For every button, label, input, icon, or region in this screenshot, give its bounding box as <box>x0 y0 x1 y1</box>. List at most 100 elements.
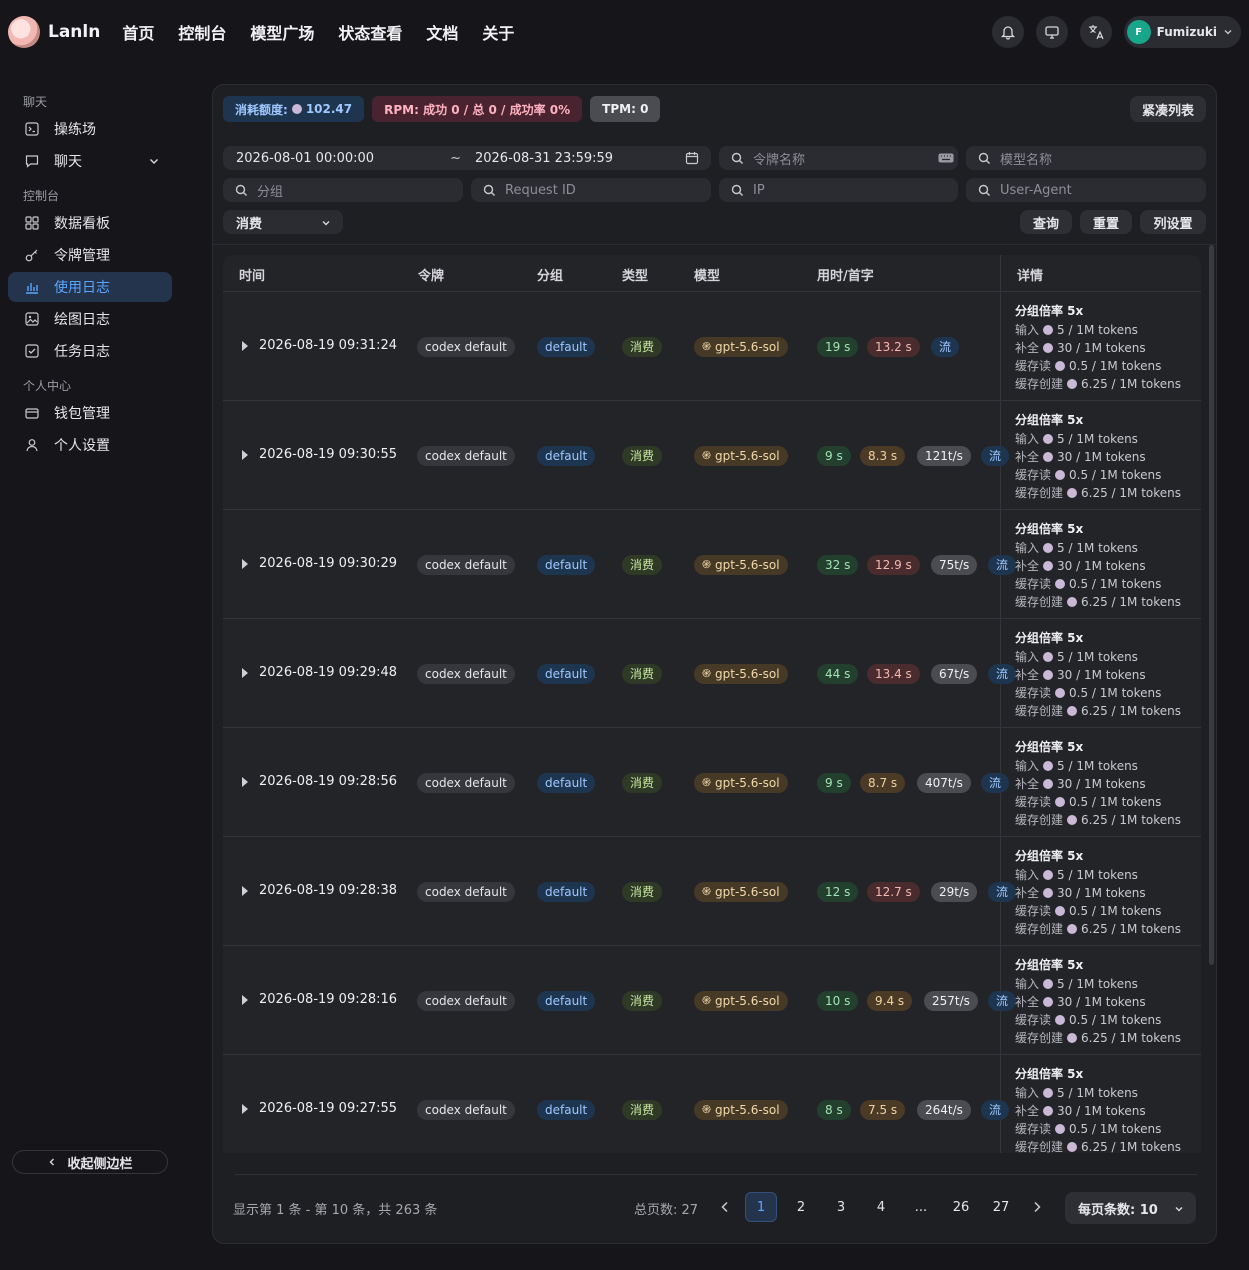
sidebar-item-0-0[interactable]: 操练场 <box>8 114 172 144</box>
chevron-down-icon[interactable] <box>148 155 160 167</box>
model-tag[interactable]: ֍ gpt-5.6-sol <box>694 337 788 357</box>
search-icon <box>978 152 990 164</box>
sidebar-item-2-1[interactable]: 使用日志 <box>8 272 172 302</box>
model-name-input[interactable]: 模型名称 <box>966 146 1206 170</box>
expand-row-caret-icon[interactable] <box>242 886 248 896</box>
token-name-input[interactable]: 令牌名称 <box>719 146 958 170</box>
sidebar-item-1-0[interactable]: 聊天 <box>8 146 172 176</box>
page-button-0[interactable]: 1 <box>745 1192 777 1222</box>
user-menu[interactable]: F Fumizuki <box>1123 16 1241 48</box>
page-button-2[interactable]: 3 <box>825 1192 857 1222</box>
header-group[interactable]: 分组 <box>537 265 563 284</box>
nav-item-0[interactable]: 首页 <box>122 20 154 44</box>
page-button-1[interactable]: 2 <box>785 1192 817 1222</box>
price-label: 缓存读 <box>1015 1122 1052 1136</box>
header-model[interactable]: 模型 <box>694 265 720 284</box>
expand-row-caret-icon[interactable] <box>242 995 248 1005</box>
date-range-picker[interactable]: 2026-08-01 00:00:00 ~ 2026-08-31 23:59:5… <box>223 146 711 170</box>
price-value: 6.25 / 1M tokens <box>1081 377 1182 391</box>
chevron-left-icon <box>721 1201 728 1213</box>
page-button-5[interactable]: 26 <box>945 1192 977 1222</box>
expand-row-caret-icon[interactable] <box>242 341 248 351</box>
table-row[interactable]: 2026-08-19 09:31:24 codex default default 消… <box>223 292 1201 401</box>
ip-input[interactable]: IP <box>719 178 958 202</box>
expand-row-caret-icon[interactable] <box>242 668 248 678</box>
table-row[interactable]: 2026-08-19 09:28:56 codex default default 消… <box>223 728 1201 837</box>
table-scrollbar[interactable] <box>1209 245 1214 965</box>
brand-logo[interactable] <box>8 16 40 48</box>
column-settings-button[interactable]: 列设置 <box>1140 210 1206 234</box>
group-ratio: 分组倍率 5x <box>1015 631 1084 645</box>
sidebar-item-3-1[interactable]: 绘图日志 <box>8 304 172 334</box>
price-label: 缓存创建 <box>1015 1140 1064 1153</box>
stream-tag: 流 <box>931 337 960 357</box>
total-pages: 总页数: 27 <box>634 1203 699 1218</box>
next-page-button[interactable] <box>1025 1192 1049 1222</box>
expand-row-caret-icon[interactable] <box>242 559 248 569</box>
page-button-6[interactable]: 27 <box>985 1192 1017 1222</box>
group-ratio: 分组倍率 5x <box>1015 740 1084 754</box>
language-button[interactable] <box>1079 16 1112 48</box>
model-tag[interactable]: ֍ gpt-5.6-sol <box>694 1100 788 1120</box>
nav-item-3[interactable]: 状态查看 <box>338 20 402 44</box>
coin-icon <box>291 104 302 114</box>
request-id-input[interactable]: Request ID <box>471 178 711 202</box>
query-button[interactable]: 查询 <box>1020 210 1072 234</box>
header-detail[interactable]: 详情 <box>1017 265 1043 284</box>
rpm-badge: RPM: 成功 0 / 总 0 / 成功率 0% <box>372 96 583 122</box>
nav-item-5[interactable]: 关于 <box>482 20 514 44</box>
nav-item-2[interactable]: 模型广场 <box>250 20 314 44</box>
log-time: 2026-08-19 09:31:24 <box>259 338 398 353</box>
price-line: 输入 5 / 1M tokens <box>1015 975 1200 993</box>
model-tag[interactable]: ֍ gpt-5.6-sol <box>694 882 788 902</box>
model-tag[interactable]: ֍ gpt-5.6-sol <box>694 773 788 793</box>
table-row[interactable]: 2026-08-19 09:30:29 codex default default 消… <box>223 510 1201 619</box>
sidebar-item-0-2[interactable]: 钱包管理 <box>8 398 172 428</box>
table-row[interactable]: 2026-08-19 09:30:55 codex default default 消… <box>223 401 1201 510</box>
model-tag[interactable]: ֍ gpt-5.6-sol <box>694 664 788 684</box>
quota-label: 消耗额度: <box>235 102 288 117</box>
page-size-select[interactable]: 每页条数: 10 <box>1065 1192 1196 1224</box>
notification-button[interactable] <box>991 16 1024 48</box>
collapse-sidebar-button[interactable]: 收起侧边栏 <box>12 1150 168 1174</box>
page-button-3[interactable]: 4 <box>865 1192 897 1222</box>
price-line: 补全 30 / 1M tokens <box>1015 448 1200 466</box>
sidebar-item-4-1[interactable]: 任务日志 <box>8 336 172 366</box>
table-row[interactable]: 2026-08-19 09:29:48 codex default default 消… <box>223 619 1201 728</box>
reset-button[interactable]: 重置 <box>1080 210 1132 234</box>
type-tag: 消费 <box>622 1100 663 1120</box>
speed-tag: 264t/s <box>917 1100 971 1120</box>
header-token[interactable]: 令牌 <box>418 265 444 284</box>
model-tag[interactable]: ֍ gpt-5.6-sol <box>694 446 788 466</box>
model-tag[interactable]: ֍ gpt-5.6-sol <box>694 555 788 575</box>
page-size-value: 每页条数: 10 <box>1078 1202 1158 1218</box>
display-button[interactable] <box>1035 16 1068 48</box>
expand-row-caret-icon[interactable] <box>242 450 248 460</box>
sidebar-item-1-2[interactable]: 个人设置 <box>8 430 172 460</box>
header-type[interactable]: 类型 <box>622 265 648 284</box>
model-tag[interactable]: ֍ gpt-5.6-sol <box>694 991 788 1011</box>
log-type-select[interactable]: 消费 <box>223 210 343 234</box>
page-button-4[interactable]: ... <box>905 1192 937 1222</box>
sidebar-item-1-1[interactable]: 令牌管理 <box>8 240 172 270</box>
sidebar-item-label: 钱包管理 <box>54 406 110 422</box>
token-tag: codex default <box>417 555 515 575</box>
expand-row-caret-icon[interactable] <box>242 777 248 787</box>
brand-name[interactable]: Lanln <box>48 22 100 42</box>
header-duration[interactable]: 用时/首字 <box>817 265 874 284</box>
nav-item-4[interactable]: 文档 <box>426 20 458 44</box>
sidebar-item-0-1[interactable]: 数据看板 <box>8 208 172 238</box>
table-row[interactable]: 2026-08-19 09:28:16 codex default default 消… <box>223 946 1201 1055</box>
duration-tag: 44 s <box>817 664 859 684</box>
model-name: gpt-5.6-sol <box>715 1103 780 1117</box>
group-input[interactable]: 分组 <box>223 178 463 202</box>
nav-item-1[interactable]: 控制台 <box>178 20 226 44</box>
header-time[interactable]: 时间 <box>239 265 265 284</box>
table-row[interactable]: 2026-08-19 09:28:38 codex default default 消… <box>223 837 1201 946</box>
table-row[interactable]: 2026-08-19 09:27:55 codex default default 消… <box>223 1055 1201 1153</box>
expand-row-caret-icon[interactable] <box>242 1104 248 1114</box>
group-tag: default <box>537 664 596 684</box>
compact-list-button[interactable]: 紧凑列表 <box>1129 96 1206 122</box>
user-agent-input[interactable]: User-Agent <box>966 178 1206 202</box>
prev-page-button[interactable] <box>713 1192 737 1222</box>
